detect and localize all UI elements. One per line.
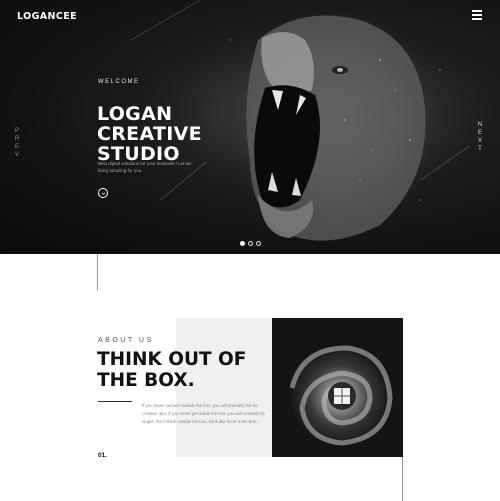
hero-description: Best digital solutions for your business… xyxy=(98,161,192,173)
prev-slide-button[interactable]: PREV xyxy=(14,128,20,160)
about-title-line: THE BOX. xyxy=(97,370,195,391)
about-title: THINK OUT OF THE BOX. xyxy=(97,349,246,391)
hero-title-line: CREATIVE xyxy=(97,123,202,145)
slider-dot-1[interactable] xyxy=(240,241,245,246)
hero-welcome-label: WELCOME xyxy=(98,79,140,85)
about-text: If you never venture outside the box, yo… xyxy=(142,403,266,424)
site-logo[interactable]: LOGANCEE xyxy=(17,11,77,22)
slider-pagination xyxy=(240,241,261,246)
chevron-down-icon xyxy=(101,192,105,195)
about-divider xyxy=(98,401,132,402)
hero-title: LOGAN CREATIVE STUDIO xyxy=(97,104,202,164)
about-section-label: ABOUT US xyxy=(98,337,154,344)
scroll-down-button[interactable] xyxy=(98,188,108,198)
lion-hero-image xyxy=(0,0,500,254)
spiral-staircase-image xyxy=(272,318,403,457)
slider-dot-2[interactable] xyxy=(248,241,253,246)
about-number: 01. xyxy=(98,452,108,459)
hamburger-menu-icon[interactable] xyxy=(470,10,484,22)
next-slide-button[interactable]: NEXT xyxy=(477,122,483,154)
decorative-divider xyxy=(402,457,403,501)
hero-title-line: LOGAN xyxy=(97,103,173,125)
about-title-line: THINK OUT OF xyxy=(97,349,247,370)
hero-section: LOGANCEE WELCOME LOGAN CREATIVE STUDIO B… xyxy=(0,0,500,254)
decorative-divider xyxy=(97,254,98,291)
slider-dot-3[interactable] xyxy=(256,241,261,246)
